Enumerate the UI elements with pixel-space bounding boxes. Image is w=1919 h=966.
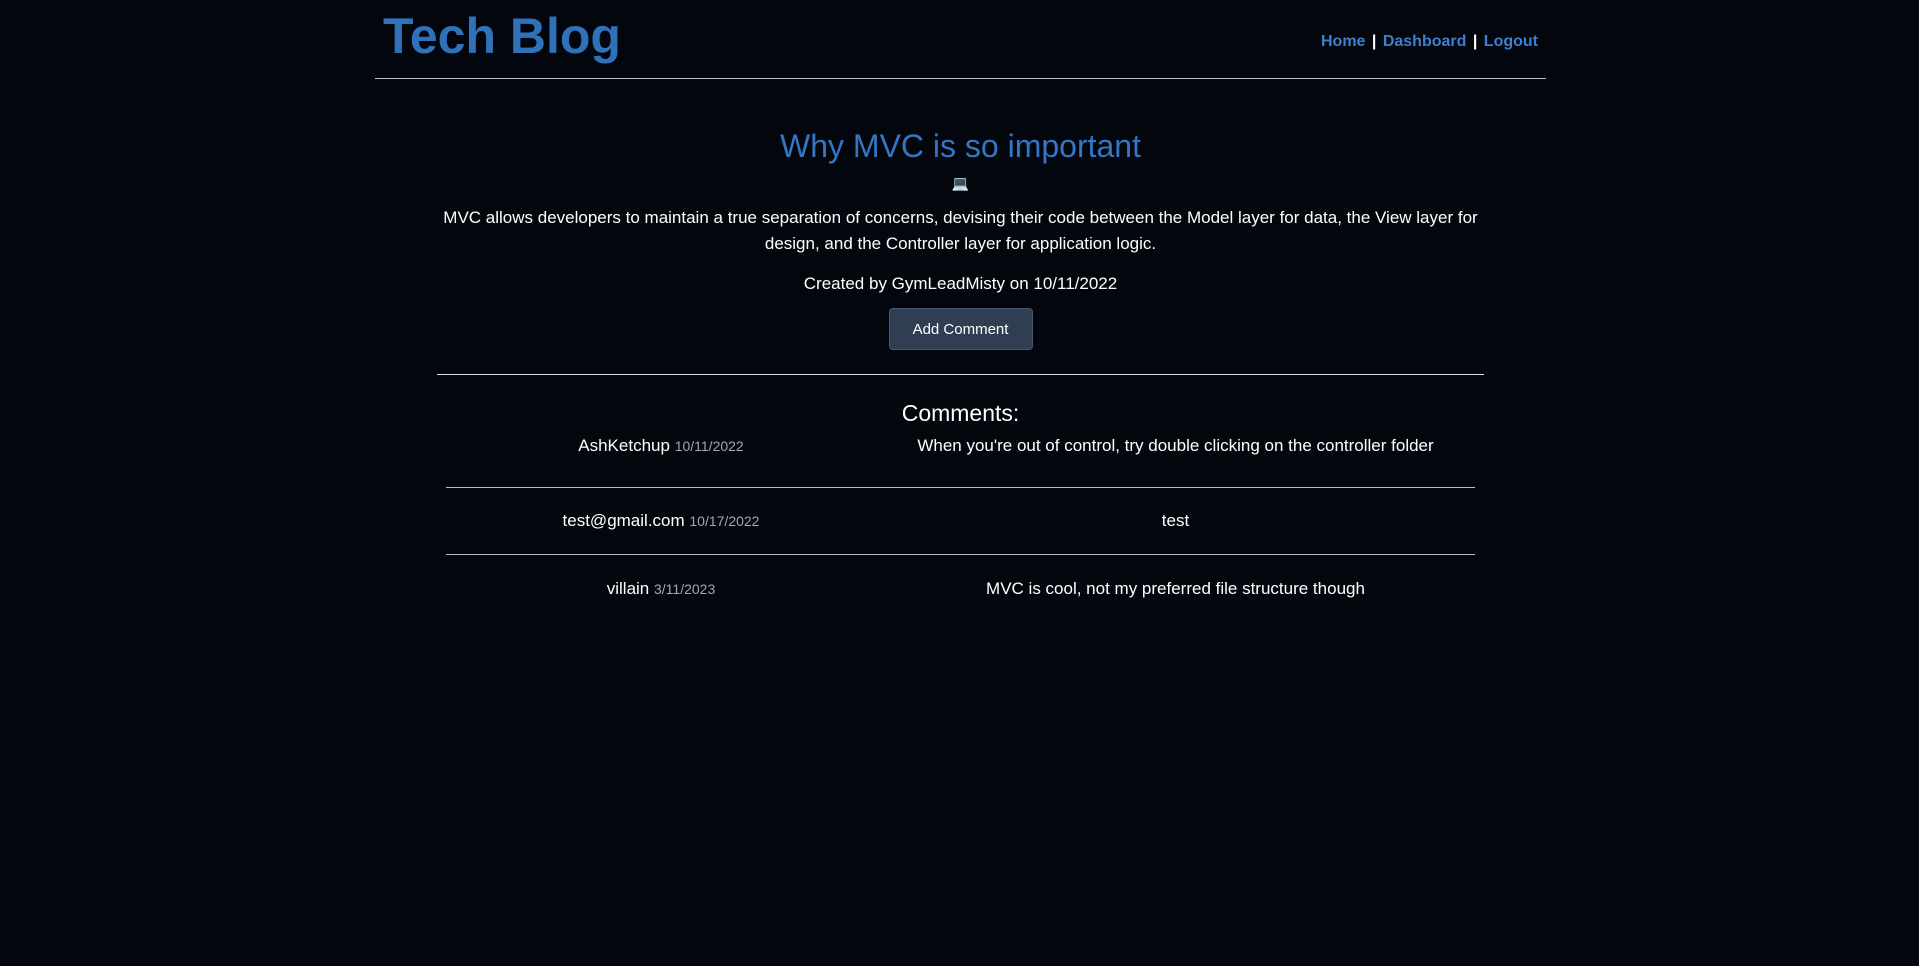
comment-author-block: AshKetchup 10/11/2022	[446, 436, 876, 456]
post-detail: Why MVC is so important 💻 MVC allows dev…	[437, 78, 1484, 622]
nav-dashboard-link[interactable]: Dashboard	[1383, 33, 1467, 50]
comments-section: Comments: AshKetchup 10/11/2022 When you…	[437, 399, 1484, 622]
main-nav: Home | Dashboard | Logout	[1321, 32, 1538, 52]
add-comment-button[interactable]: Add Comment	[888, 308, 1033, 350]
nav-separator: |	[1371, 33, 1377, 50]
nav-home-link[interactable]: Home	[1321, 33, 1365, 50]
nav-logout-link[interactable]: Logout	[1484, 33, 1538, 50]
site-header: Tech Blog Home | Dashboard | Logout	[375, 0, 1546, 79]
divider	[437, 374, 1484, 375]
comment-date: 10/17/2022	[689, 513, 760, 529]
comment-date: 3/11/2023	[654, 580, 716, 597]
comment-item: test@gmail.com 10/17/2022 test	[446, 488, 1475, 555]
comment-author-block: villain 3/11/2023	[446, 579, 876, 599]
comments-list: AshKetchup 10/11/2022 When you're out of…	[446, 433, 1475, 622]
comment-author: villain	[606, 578, 650, 598]
comment-text: MVC is cool, not my preferred file struc…	[986, 578, 1365, 598]
comment-date: 10/11/2022	[674, 438, 744, 454]
comment-text: When you're out of control, try double c…	[917, 436, 1434, 455]
post-body: MVC allows developers to maintain a true…	[443, 208, 1478, 253]
comment-text: test	[1161, 511, 1190, 530]
comment-author-block: test@gmail.com 10/17/2022	[446, 511, 876, 531]
page: Tech Blog Home | Dashboard | Logout Why …	[0, 0, 1919, 966]
comment-item: villain 3/11/2023 MVC is cool, not my pr…	[446, 555, 1475, 622]
comment-author: test@gmail.com	[562, 511, 685, 530]
comment-item: AshKetchup 10/11/2022 When you're out of…	[446, 433, 1475, 488]
post-title: Why MVC is so important	[780, 128, 1141, 164]
laptop-icon: 💻	[951, 175, 970, 191]
site-title[interactable]: Tech Blog	[383, 6, 621, 66]
post-meta: Created by GymLeadMisty on 10/11/2022	[803, 274, 1118, 293]
nav-separator: |	[1472, 33, 1478, 50]
comments-heading: Comments:	[901, 400, 1020, 426]
comment-author: AshKetchup	[578, 436, 670, 455]
